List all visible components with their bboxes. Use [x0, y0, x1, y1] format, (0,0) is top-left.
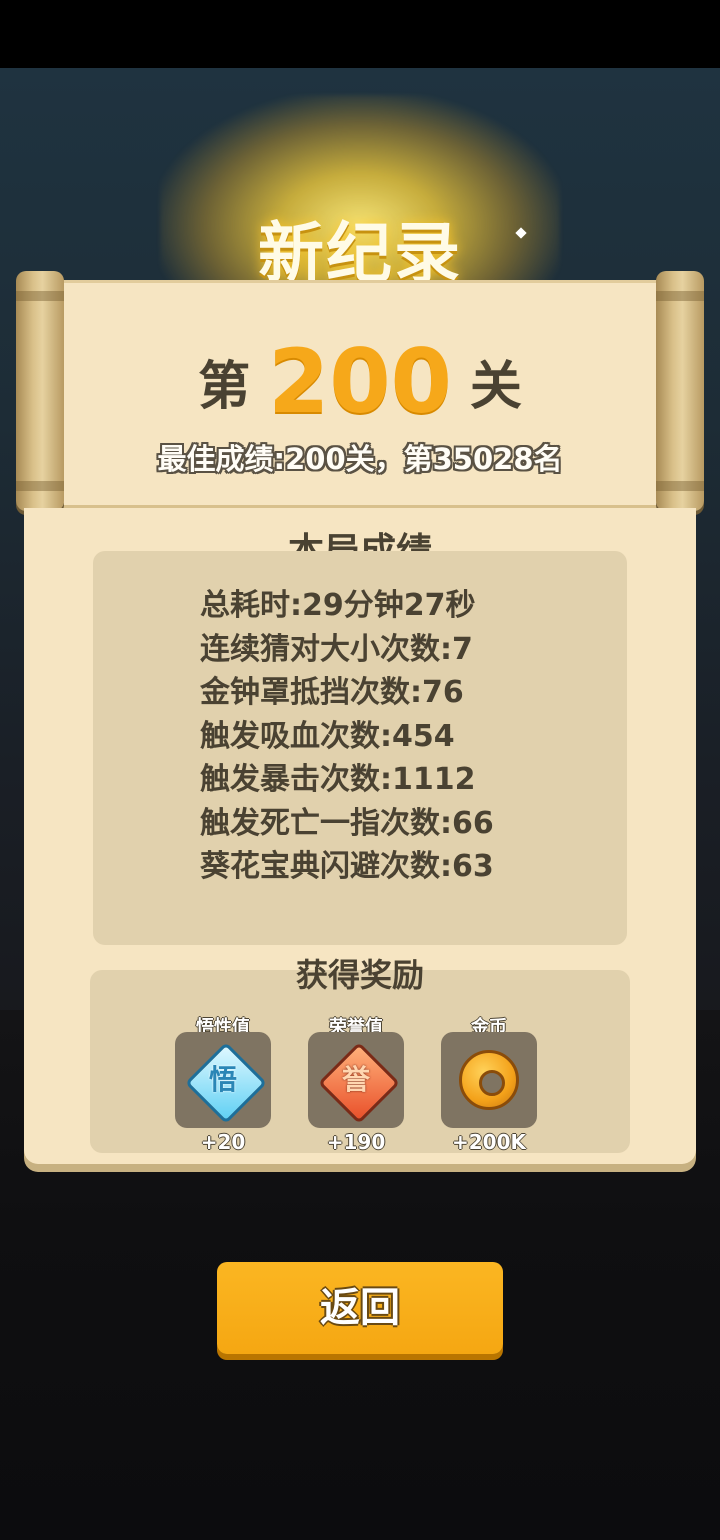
reward-tile: 誉	[308, 1032, 404, 1128]
rewards-title: 获得奖励	[295, 956, 424, 994]
level-number: 200	[268, 330, 452, 433]
stat-crit: 触发暴击次数:1112	[200, 762, 476, 797]
gold-coin-icon	[459, 1050, 519, 1110]
stat-total-time: 总耗时:29分钟27秒	[200, 588, 476, 623]
level-suffix: 关	[469, 357, 522, 417]
best-result: 最佳成绩:200关，第35028名	[157, 442, 563, 476]
reward-tile: 悟	[175, 1032, 271, 1128]
level-prefix: 第	[198, 357, 251, 417]
reward-amount: +20	[200, 1130, 246, 1154]
status-bar	[0, 0, 720, 68]
reward-gold: 金币 +200K	[439, 1016, 539, 1154]
reward-amount: +190	[326, 1130, 386, 1154]
back-button[interactable]: 返回	[217, 1262, 503, 1354]
wuxing-glyph: 悟	[208, 1063, 237, 1096]
stat-lifesteal: 触发吸血次数:454	[200, 718, 455, 754]
level-display: 第 200 关	[0, 330, 720, 433]
reward-honor: 荣誉值 誉 +190	[306, 1016, 406, 1154]
stat-death-finger: 触发死亡一指次数:66	[200, 805, 494, 841]
stat-dodge: 葵花宝典闪避次数:63	[200, 849, 494, 884]
reward-wuxing: 悟性值 悟 +20	[173, 1016, 273, 1154]
stats-list: 总耗时:29分钟27秒 连续猜对大小次数:7 金钟罩抵挡次数:76 触发吸血次数…	[200, 584, 620, 889]
reward-tile	[441, 1032, 537, 1128]
reward-amount: +200K	[451, 1130, 526, 1154]
stat-guess-streak: 连续猜对大小次数:7	[200, 631, 473, 667]
stat-golden-shield: 金钟罩抵挡次数:76	[200, 675, 464, 710]
honor-glyph: 誉	[341, 1063, 370, 1096]
